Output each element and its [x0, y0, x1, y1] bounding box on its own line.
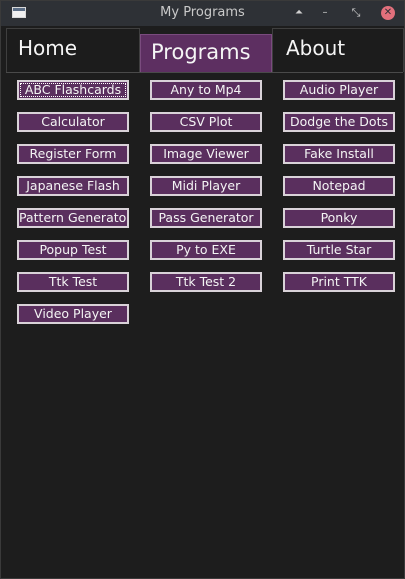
ttk-test-2-button[interactable]: Ttk Test 2 [150, 272, 262, 292]
tab-home[interactable]: Home [6, 28, 140, 72]
ponky-button[interactable]: Ponky [283, 208, 395, 228]
abc-flashcards-button[interactable]: ABC Flashcards [17, 80, 129, 100]
window-title: My Programs [160, 5, 245, 20]
close-icon[interactable]: ✕ [381, 6, 395, 20]
dodge-the-dots-button[interactable]: Dodge the Dots [283, 112, 395, 132]
popup-test-button[interactable]: Popup Test [17, 240, 129, 260]
py-to-exe-button[interactable]: Py to EXE [150, 240, 262, 260]
turtle-star-button[interactable]: Turtle Star [283, 240, 395, 260]
minimize-icon[interactable]: – [317, 5, 333, 21]
title-bar[interactable]: My Programs ⏶ – ⤡ ✕ [1, 1, 404, 26]
keep-above-icon[interactable]: ⏶ [291, 5, 307, 21]
any-to-mp4-button[interactable]: Any to Mp4 [150, 80, 262, 100]
tab-about[interactable]: About [272, 28, 404, 72]
notepad-button[interactable]: Notepad [283, 176, 395, 196]
audio-player-button[interactable]: Audio Player [283, 80, 395, 100]
maximize-icon[interactable]: ⤡ [348, 5, 364, 21]
pattern-generator-button[interactable]: Pattern Generator [17, 208, 129, 228]
video-player-button[interactable]: Video Player [17, 304, 129, 324]
fake-install-button[interactable]: Fake Install [283, 144, 395, 164]
japanese-flash-button[interactable]: Japanese Flash [17, 176, 129, 196]
programs-panel: ABC Flashcards Calculator Register Form … [6, 72, 403, 575]
tab-bar: Home Programs About [1, 26, 404, 72]
midi-player-button[interactable]: Midi Player [150, 176, 262, 196]
app-window: My Programs ⏶ – ⤡ ✕ Home Programs About … [0, 0, 405, 579]
print-ttk-button[interactable]: Print TTK [283, 272, 395, 292]
csv-plot-button[interactable]: CSV Plot [150, 112, 262, 132]
calculator-button[interactable]: Calculator [17, 112, 129, 132]
ttk-test-button[interactable]: Ttk Test [17, 272, 129, 292]
tab-programs[interactable]: Programs [140, 34, 272, 72]
register-form-button[interactable]: Register Form [17, 144, 129, 164]
image-viewer-button[interactable]: Image Viewer [150, 144, 262, 164]
pass-generator-button[interactable]: Pass Generator [150, 208, 262, 228]
